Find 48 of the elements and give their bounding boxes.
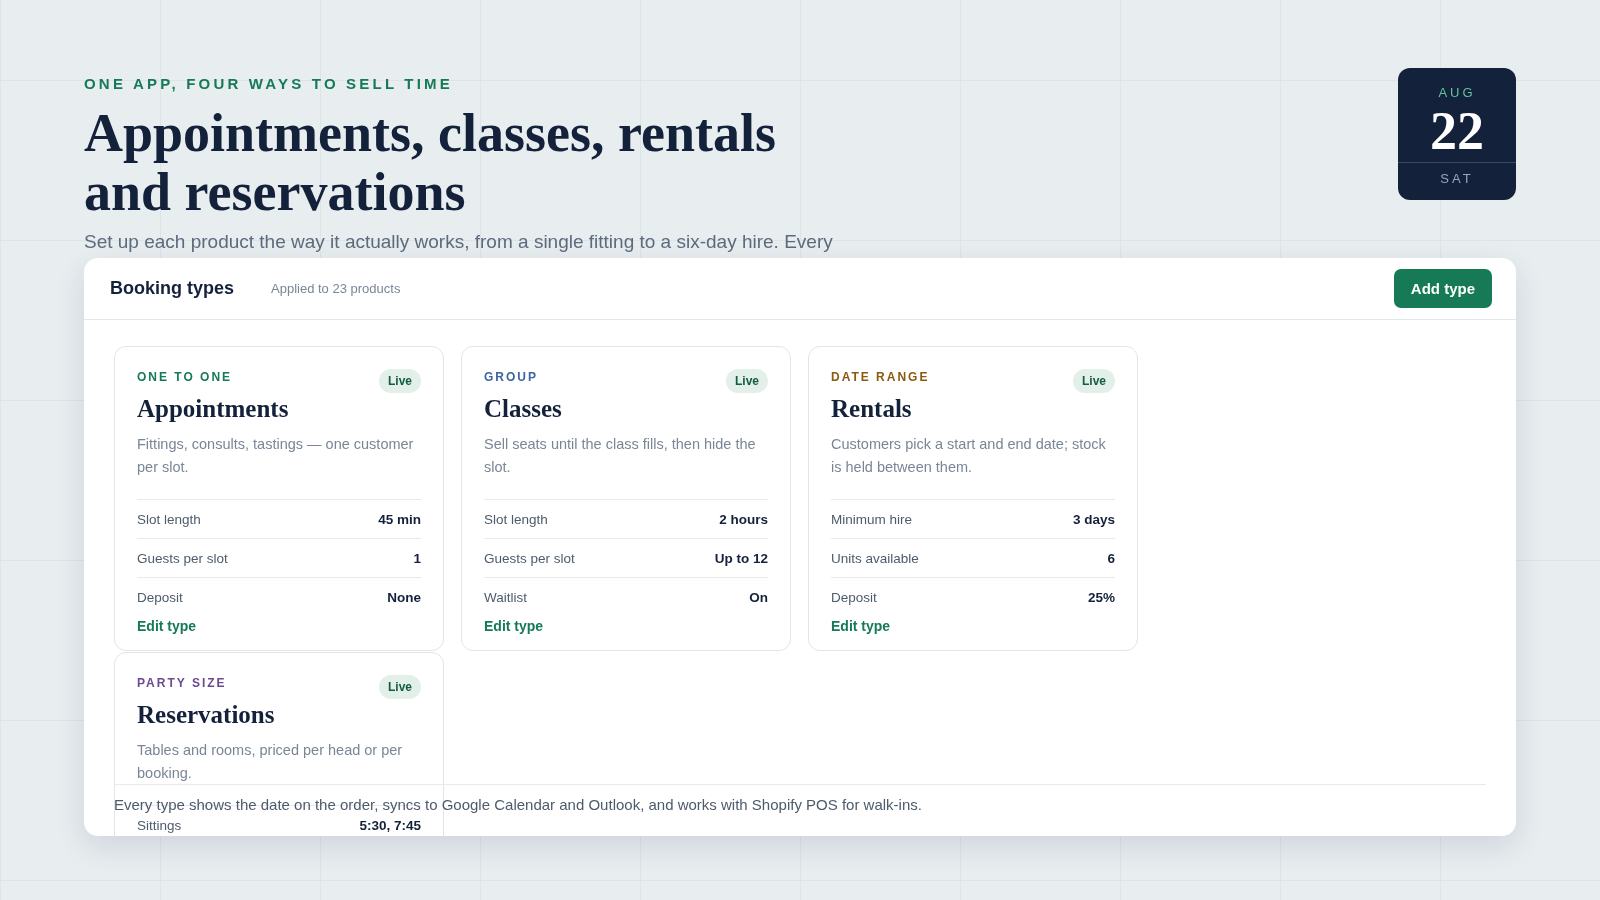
edit-type-link[interactable]: Edit type <box>137 618 197 634</box>
edit-type-link[interactable]: Edit type <box>484 618 544 634</box>
setting-label: Deposit <box>137 589 183 605</box>
subtitle-text: Set up each product the way it actually works, from a single fitting to a six-day hire. Every <box>84 230 833 254</box>
panel-title: Booking types <box>110 278 234 299</box>
status-badge: Live <box>1073 369 1115 393</box>
setting-label: Waitlist <box>484 589 527 605</box>
setting-value: 25% <box>1087 589 1115 605</box>
setting-label: Guests per slot <box>484 550 575 566</box>
setting-value: None <box>387 589 421 605</box>
eyebrow-text: ONE APP, FOUR WAYS TO SELL TIME <box>84 75 454 92</box>
setting-value: On <box>749 589 768 605</box>
weekday-text: SAT <box>1440 171 1474 186</box>
card-title: Classes <box>484 395 563 423</box>
card-description: Sell seats until the class fills, then hide the slot. <box>484 433 768 500</box>
edit-type-link[interactable]: Edit type <box>831 618 891 634</box>
setting-value: 45 min <box>378 511 421 527</box>
category-label: DATE RANGE <box>831 370 930 384</box>
card-title: Appointments <box>137 395 290 423</box>
setting-value: 6 <box>1107 550 1115 566</box>
setting-value: 2 hours <box>719 511 768 527</box>
card-title: Rentals <box>831 395 913 423</box>
card-title: Reservations <box>137 701 276 729</box>
footer-note: Every type shows the date on the order, syncs to Google Calendar and Outlook, and works with Shopify POS for walk-ins. <box>114 796 923 813</box>
setting-value: 5:30, 7:45 <box>359 817 421 833</box>
status-badge: Live <box>379 369 421 393</box>
add-type-button[interactable]: Add type <box>1393 269 1492 308</box>
page-title: Appointments, classes, rentals and reservations <box>84 104 778 222</box>
setting-value: Up to 12 <box>714 550 768 566</box>
setting-label: Minimum hire <box>831 511 912 527</box>
setting-label: Slot length <box>484 511 548 527</box>
status-badge: Live <box>379 675 421 699</box>
setting-value: 3 days <box>1072 511 1115 527</box>
setting-label: Slot length <box>137 511 201 527</box>
card-description: Customers pick a start and end date; stock is held between them. <box>831 433 1115 500</box>
setting-label: Sittings <box>137 817 182 833</box>
card-description: Fittings, consults, tastings — one customer per slot. <box>137 433 421 500</box>
month-text: AUG <box>1438 85 1476 100</box>
category-label: ONE TO ONE <box>137 370 233 384</box>
day-text: 22 <box>1398 104 1516 163</box>
status-badge: Live <box>726 369 768 393</box>
setting-value: 1 <box>413 550 421 566</box>
setting-label: Deposit <box>831 589 877 605</box>
category-label: PARTY SIZE <box>137 676 227 690</box>
panel-meta: Applied to 23 products <box>271 281 401 296</box>
setting-label: Guests per slot <box>137 550 228 566</box>
setting-label: Units available <box>831 550 919 566</box>
category-label: GROUP <box>484 370 538 384</box>
